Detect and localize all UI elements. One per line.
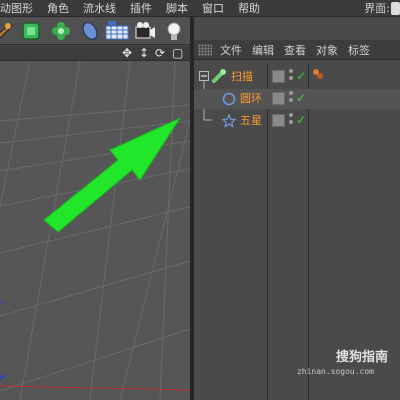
floor-grid: [0, 61, 190, 400]
layer-icon[interactable]: [272, 92, 285, 105]
layout-label: 界面:: [364, 2, 390, 15]
object-name[interactable]: 圆环: [240, 92, 262, 106]
phong-tag-icon[interactable]: [312, 68, 324, 80]
object-manager: 文件 编辑 查看 对象 标签 扫描 ✓ 圆环 ✓ 五星 ✓: [194, 17, 400, 400]
object-name[interactable]: 五星: [240, 114, 262, 128]
om-menu-edit[interactable]: 编辑: [252, 42, 284, 58]
watermark-url: zhinan.sogou.com: [296, 367, 374, 376]
menu-mograph[interactable]: 动图形: [0, 0, 40, 17]
light-icon[interactable]: [163, 20, 185, 42]
star-spline-icon: [222, 114, 236, 128]
menu-window[interactable]: 窗口: [195, 0, 231, 17]
toolbar: [0, 17, 190, 45]
menu-bar: 动图形 角色 流水线 插件 脚本 窗口 帮助 界面:: [0, 0, 400, 17]
menu-script[interactable]: 脚本: [159, 0, 195, 17]
cloner-icon[interactable]: [0, 20, 14, 42]
visibility-dots-icon[interactable]: [289, 113, 295, 127]
om-menu-objects[interactable]: 对象: [316, 42, 348, 58]
watermark-logo: 搜狗指南: [335, 350, 388, 365]
visibility-dots-icon[interactable]: [289, 69, 295, 83]
menu-character[interactable]: 角色: [40, 0, 76, 17]
enabled-check-icon[interactable]: ✓: [296, 70, 306, 83]
menu-plugins[interactable]: 插件: [123, 0, 159, 17]
visibility-dots-icon[interactable]: [289, 91, 295, 105]
layer-icon[interactable]: [272, 114, 285, 127]
object-manager-menu: 文件 编辑 查看 对象 标签: [194, 40, 400, 60]
collapse-toggle-icon[interactable]: [199, 71, 209, 81]
object-row-star[interactable]: 五星 ✓: [194, 111, 400, 131]
object-row-circle[interactable]: 圆环 ✓: [194, 89, 400, 109]
maximize-view-icon[interactable]: ▢: [172, 47, 183, 60]
om-menu-file[interactable]: 文件: [220, 42, 252, 58]
layer-icon[interactable]: [272, 70, 285, 83]
sweep-icon: [212, 69, 226, 83]
om-menu-tags[interactable]: 标签: [348, 42, 380, 58]
cinema4d-window: 动图形 角色 流水线 插件 脚本 窗口 帮助 界面: ✥ ↕ ⟳ ▢ 文件 编辑…: [0, 0, 400, 400]
object-name[interactable]: 扫描: [231, 70, 253, 84]
viewport-header: ✥ ↕ ⟳ ▢: [0, 46, 190, 61]
enabled-check-icon[interactable]: ✓: [296, 114, 306, 127]
zoom-view-icon[interactable]: ↕: [139, 47, 149, 60]
enabled-check-icon[interactable]: ✓: [296, 92, 306, 105]
flower-deformer-icon[interactable]: [50, 20, 72, 42]
leaf-icon[interactable]: [79, 20, 101, 42]
menu-help[interactable]: 帮助: [231, 0, 267, 17]
move-view-icon[interactable]: ✥: [122, 47, 132, 60]
circle-spline-icon: [222, 92, 236, 106]
menu-pipeline[interactable]: 流水线: [76, 0, 123, 17]
panel-grip-icon[interactable]: [198, 43, 212, 56]
layout-dropdown[interactable]: [391, 2, 400, 15]
camera-icon[interactable]: [134, 20, 156, 42]
rotate-view-icon[interactable]: ⟳: [155, 47, 165, 60]
om-menu-view[interactable]: 查看: [284, 42, 316, 58]
object-row-sweep[interactable]: 扫描 ✓: [194, 67, 400, 87]
cube-primitive-icon[interactable]: [20, 20, 42, 42]
floor-grid-icon[interactable]: [105, 20, 129, 42]
perspective-viewport[interactable]: [0, 61, 190, 400]
